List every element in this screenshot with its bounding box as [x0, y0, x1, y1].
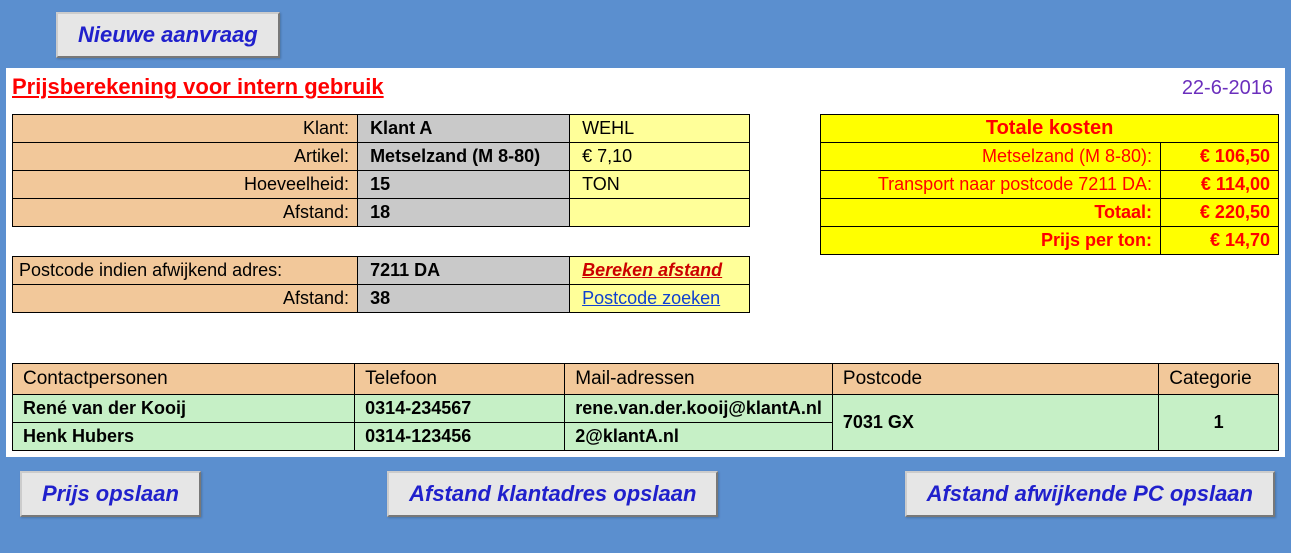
contact-tel: 0314-123456 [355, 423, 565, 451]
artikel-prijs: € 7,10 [570, 143, 750, 171]
cost-item-2-value: € 114,00 [1161, 171, 1279, 199]
save-alt-distance-button[interactable]: Afstand afwijkende PC opslaan [905, 471, 1275, 517]
date: 22-6-2016 [1182, 77, 1273, 100]
afstand2-label: Afstand: [13, 285, 358, 313]
artikel-label: Artikel: [13, 143, 358, 171]
cost-perton-label: Prijs per ton: [821, 227, 1161, 255]
table-row: René van der Kooij 0314-234567 rene.van.… [13, 395, 1279, 423]
contacts-header-tel: Telefoon [355, 364, 565, 395]
cost-item-1-label: Metselzand (M 8-80): [821, 143, 1161, 171]
afstand-value[interactable]: 18 [358, 199, 570, 227]
costs-table: Totale kosten Metselzand (M 8-80): € 106… [820, 114, 1279, 255]
contacts-header-postcode: Postcode [832, 364, 1158, 395]
postcode-zoeken-link[interactable]: Postcode zoeken [570, 285, 750, 313]
contacts-table: Contactpersonen Telefoon Mail-adressen P… [12, 363, 1279, 451]
input-table: Klant: Klant A WEHL Artikel: Metselzand … [12, 114, 750, 313]
afstand2-value[interactable]: 38 [358, 285, 570, 313]
save-distance-button[interactable]: Afstand klantadres opslaan [387, 471, 718, 517]
page-title: Prijsberekening voor intern gebruik [12, 74, 384, 100]
klant-plaats: WEHL [570, 115, 750, 143]
bereken-afstand-link[interactable]: Bereken afstand [570, 257, 750, 285]
cost-item-1-value: € 106,50 [1161, 143, 1279, 171]
contact-tel: 0314-234567 [355, 395, 565, 423]
cost-item-2-label: Transport naar postcode 7211 DA: [821, 171, 1161, 199]
hoeveelheid-unit: TON [570, 171, 750, 199]
postcode-afw-label: Postcode indien afwijkend adres: [13, 257, 358, 285]
cost-perton-value: € 14,70 [1161, 227, 1279, 255]
contacts-header-mail: Mail-adressen [565, 364, 833, 395]
postcode-afw-value[interactable]: 7211 DA [358, 257, 570, 285]
new-request-button[interactable]: Nieuwe aanvraag [56, 12, 280, 58]
save-price-button[interactable]: Prijs opslaan [20, 471, 201, 517]
contact-name: Henk Hubers [13, 423, 355, 451]
contact-name: René van der Kooij [13, 395, 355, 423]
contacts-header-categorie: Categorie [1159, 364, 1279, 395]
artikel-value[interactable]: Metselzand (M 8-80) [358, 143, 570, 171]
hoeveelheid-value[interactable]: 15 [358, 171, 570, 199]
costs-head: Totale kosten [821, 115, 1279, 143]
contacts-header-name: Contactpersonen [13, 364, 355, 395]
contact-mail: rene.van.der.kooij@klantA.nl [565, 395, 833, 423]
hoeveelheid-label: Hoeveelheid: [13, 171, 358, 199]
klant-value[interactable]: Klant A [358, 115, 570, 143]
afstand-extra [570, 199, 750, 227]
main-panel: Prijsberekening voor intern gebruik 22-6… [6, 68, 1285, 457]
afstand-label: Afstand: [13, 199, 358, 227]
cost-total-label: Totaal: [821, 199, 1161, 227]
klant-label: Klant: [13, 115, 358, 143]
cost-total-value: € 220,50 [1161, 199, 1279, 227]
contact-mail: 2@klantA.nl [565, 423, 833, 451]
contact-postcode: 7031 GX [832, 395, 1158, 451]
contact-categorie: 1 [1159, 395, 1279, 451]
